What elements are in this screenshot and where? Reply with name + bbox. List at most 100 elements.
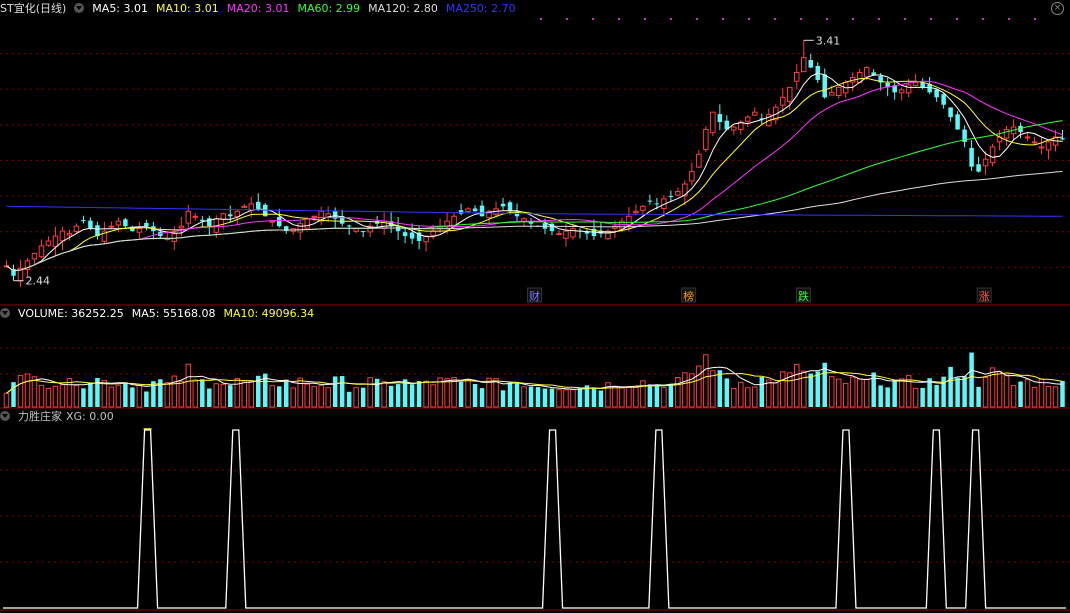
candle-body bbox=[780, 96, 786, 106]
volume-bar bbox=[144, 391, 149, 407]
candle-body bbox=[228, 214, 233, 217]
volume-bar bbox=[654, 385, 660, 407]
candle-body bbox=[941, 94, 946, 105]
volume-bar bbox=[815, 371, 820, 407]
volume-bar bbox=[346, 391, 352, 407]
volume-bar bbox=[444, 378, 450, 408]
candle-body bbox=[1045, 141, 1052, 151]
candle-body bbox=[311, 215, 317, 218]
candle-body bbox=[745, 116, 751, 122]
top-tick bbox=[670, 18, 672, 20]
top-tick bbox=[956, 18, 958, 20]
volume-bar bbox=[276, 386, 282, 407]
volume-bar bbox=[507, 382, 513, 407]
ma250-line bbox=[6, 205, 1063, 217]
volume-bar bbox=[38, 384, 45, 408]
volume-bar bbox=[52, 385, 59, 408]
volume-bar bbox=[395, 384, 401, 407]
volume-bar bbox=[304, 383, 310, 408]
candle-body bbox=[898, 89, 905, 94]
volume-bar bbox=[283, 379, 289, 407]
volume-bar bbox=[842, 382, 849, 408]
candle-body bbox=[1060, 138, 1065, 140]
volume-bar bbox=[416, 381, 422, 407]
volume-bar bbox=[647, 384, 653, 407]
top-tick bbox=[722, 18, 724, 20]
candle-body bbox=[905, 84, 912, 94]
volume-bar bbox=[465, 379, 471, 408]
candle-body bbox=[38, 245, 45, 258]
candle-body bbox=[633, 210, 639, 214]
stock-chart[interactable]: 3.41 2.44 财 榜 跌 涨 bbox=[0, 0, 1070, 613]
candle-body bbox=[171, 233, 178, 242]
candle-body bbox=[822, 74, 827, 98]
volume-bar bbox=[430, 384, 436, 408]
candle-body bbox=[395, 226, 401, 232]
volume-bar bbox=[878, 385, 883, 407]
candle-body bbox=[458, 210, 464, 214]
volume-bar bbox=[297, 377, 303, 408]
volume-bar bbox=[863, 378, 870, 408]
volume-bar bbox=[123, 382, 128, 407]
volume-bar bbox=[514, 382, 520, 407]
candle-body bbox=[66, 233, 73, 236]
volume-bar bbox=[493, 378, 499, 408]
volume-bar bbox=[220, 383, 227, 408]
volume-bar bbox=[248, 381, 255, 408]
volume-bar bbox=[996, 371, 1003, 408]
volume-bar bbox=[549, 388, 555, 407]
top-tick bbox=[592, 18, 594, 20]
candle-body bbox=[989, 146, 996, 164]
candle-body bbox=[828, 91, 835, 96]
top-tick bbox=[540, 18, 542, 20]
volume-bar bbox=[318, 384, 324, 408]
volume-bar bbox=[332, 376, 338, 407]
volume-bar bbox=[213, 383, 220, 408]
volume-bar bbox=[479, 388, 485, 407]
candle-body bbox=[269, 220, 275, 223]
candle-body bbox=[801, 57, 807, 73]
volume-bar bbox=[1018, 381, 1023, 407]
volume-bar bbox=[801, 370, 807, 408]
event-marker-2: 跌 bbox=[798, 289, 809, 303]
event-marker-0: 财 bbox=[529, 289, 540, 303]
volume-bar bbox=[731, 388, 737, 408]
top-tick bbox=[566, 18, 568, 20]
top-tick bbox=[696, 18, 698, 20]
top-tick bbox=[774, 18, 776, 20]
volume-bar bbox=[1052, 386, 1059, 408]
candle-body bbox=[696, 153, 702, 168]
volume-bar bbox=[73, 384, 80, 408]
candle-body bbox=[304, 218, 310, 229]
volume-bar bbox=[185, 363, 192, 408]
ma20-line bbox=[6, 80, 1063, 272]
candle-body bbox=[297, 223, 303, 233]
volume-bar bbox=[472, 383, 478, 407]
candle-body bbox=[912, 81, 919, 86]
candle-body bbox=[144, 223, 149, 227]
volume-bar bbox=[200, 379, 205, 407]
candle-body bbox=[178, 225, 185, 229]
top-tick bbox=[852, 18, 854, 20]
volume-bar bbox=[612, 385, 618, 408]
volume-bar bbox=[745, 387, 751, 408]
volume-bar bbox=[912, 387, 919, 408]
volume-bar bbox=[661, 387, 667, 408]
volume-bar bbox=[458, 381, 464, 407]
volume-bar bbox=[59, 384, 66, 408]
volume-bar bbox=[164, 382, 171, 408]
candle-body bbox=[717, 114, 723, 123]
volume-bar bbox=[556, 389, 562, 408]
top-tick bbox=[930, 18, 932, 20]
candle-body bbox=[123, 219, 128, 227]
volume-bar bbox=[409, 384, 415, 407]
candle-body bbox=[863, 67, 870, 78]
candle-body bbox=[136, 228, 143, 233]
volume-bar bbox=[228, 385, 233, 407]
top-tick bbox=[618, 18, 620, 20]
volume-bar bbox=[207, 388, 212, 407]
volume-bar bbox=[423, 380, 429, 408]
ma5-line bbox=[6, 72, 1063, 272]
candle-body bbox=[976, 164, 981, 172]
volume-bar bbox=[521, 386, 527, 408]
